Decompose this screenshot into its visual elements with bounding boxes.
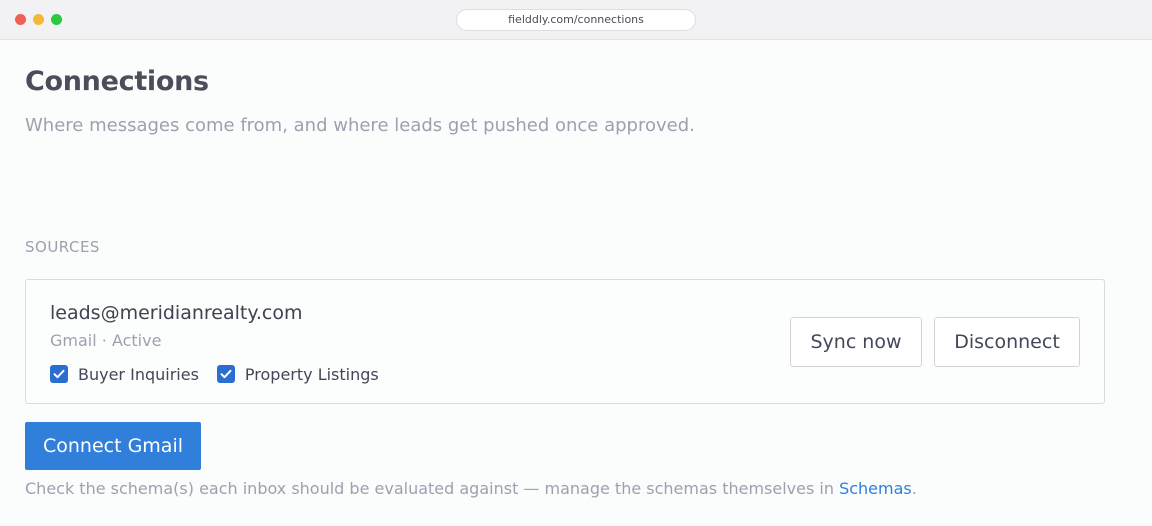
help-text-end: . — [911, 479, 917, 498]
sync-now-button[interactable]: Sync now — [790, 317, 922, 367]
sources-section-label: SOURCES — [25, 238, 100, 256]
checkmark-icon — [53, 369, 65, 379]
schemas-link[interactable]: Schemas — [839, 479, 912, 498]
window-maximize-button[interactable] — [51, 14, 62, 25]
help-text-body: Check the schema(s) each inbox should be… — [25, 479, 840, 498]
page-title: Connections — [25, 66, 209, 97]
schema-checkbox-label: Buyer Inquiries — [78, 364, 199, 384]
disconnect-button[interactable]: Disconnect — [934, 317, 1080, 367]
checkbox-checked[interactable] — [216, 365, 235, 383]
source-card: leads@meridianrealty.com Gmail · Active … — [25, 279, 1105, 404]
schema-checkbox-label: Property Listings — [244, 364, 379, 384]
checkmark-icon — [220, 369, 232, 379]
source-email: leads@meridianrealty.com — [50, 302, 303, 324]
connect-gmail-button[interactable]: Connect Gmail — [25, 422, 201, 470]
schema-checkbox-group: Buyer Inquiries Property Listings — [50, 363, 397, 385]
window-close-button[interactable] — [15, 14, 26, 25]
schema-checkbox-property-listings[interactable]: Property Listings — [216, 364, 379, 384]
checkbox-checked[interactable] — [50, 365, 68, 383]
address-bar[interactable]: fielddly.com/connections — [456, 9, 696, 31]
browser-toolbar: fielddly.com/connections — [0, 0, 1152, 40]
help-text: Check the schema(s) each inbox should be… — [25, 479, 917, 498]
source-status: Gmail · Active — [50, 331, 162, 350]
schema-checkbox-buyer-inquiries[interactable]: Buyer Inquiries — [50, 365, 199, 384]
window-minimize-button[interactable] — [33, 14, 44, 25]
page-subtitle: Where messages come from, and where lead… — [25, 115, 695, 136]
